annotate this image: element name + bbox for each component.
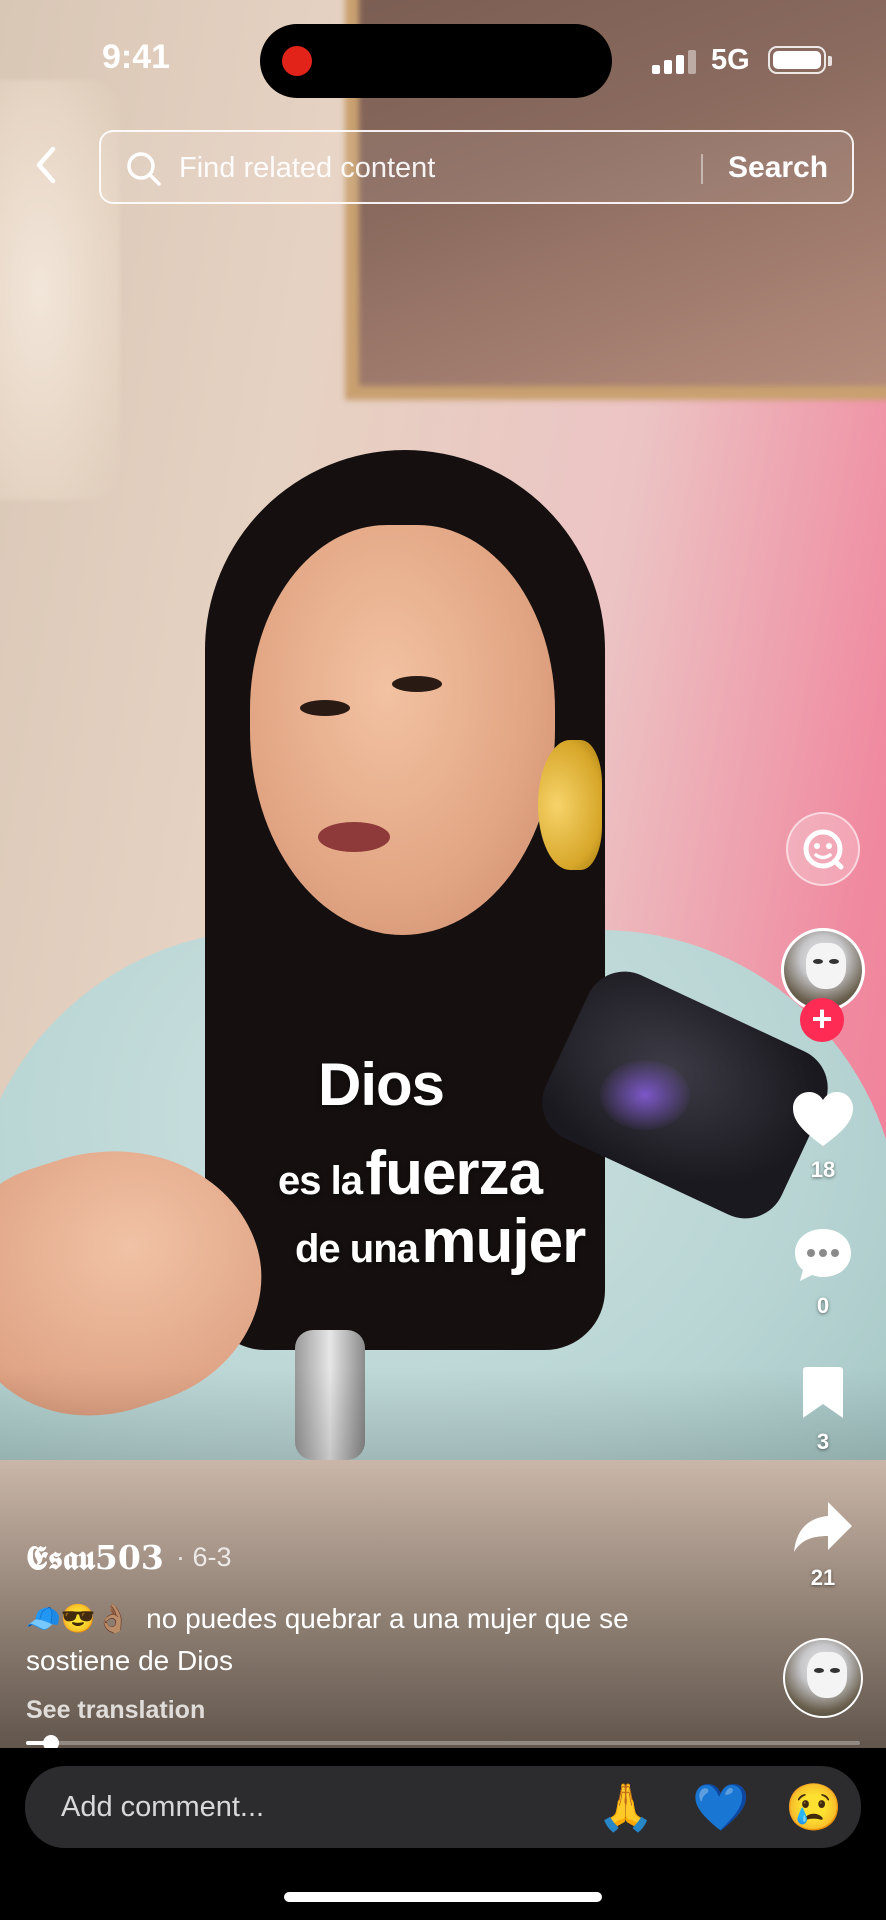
comment-count: 0 (816, 1293, 830, 1318)
caption-big-text: fuerza (365, 1139, 543, 1208)
video-progress-bar[interactable] (26, 1735, 860, 1751)
person-face (250, 525, 555, 935)
caption-small-text: de una (295, 1227, 419, 1271)
quick-emoji-blue-heart[interactable]: 💙 (692, 1782, 749, 1832)
sound-disc-avatar[interactable] (783, 1638, 863, 1718)
quick-emoji-pray[interactable]: 🙏 (597, 1782, 654, 1832)
battery-icon (768, 46, 832, 74)
recording-dot-icon (282, 46, 312, 76)
person-eye (300, 700, 350, 716)
cellular-signal-icon (652, 50, 696, 74)
home-indicator (284, 1892, 602, 1902)
comment-button[interactable]: 0 (783, 1226, 863, 1319)
like-button[interactable]: 18 (783, 1090, 863, 1183)
caption-line-2: es la fuerza (278, 1138, 543, 1209)
search-input[interactable]: Find related content (179, 152, 435, 185)
search-icon (127, 152, 161, 186)
follow-button[interactable]: + (800, 998, 844, 1042)
post-description: 🧢😎👌🏽 no puedes quebrar a una mujer que s… (26, 1598, 706, 1682)
quick-emoji-crying[interactable]: 😢 (785, 1782, 842, 1832)
microphone-glow (600, 1060, 690, 1130)
chevron-left-icon (36, 146, 56, 184)
search-divider (701, 154, 703, 184)
person-eye (392, 676, 442, 692)
caption-big-text: mujer (421, 1207, 586, 1276)
dynamic-island (260, 24, 612, 98)
share-button[interactable]: 21 (783, 1500, 863, 1591)
post-date: · 6-3 (176, 1542, 232, 1572)
mask-avatar-image (806, 943, 846, 989)
caption-small-text: es la (278, 1159, 363, 1203)
search-bar[interactable]: Find related content Search (99, 130, 854, 204)
add-comment-field[interactable]: Add comment... 🙏 💙 😢 (25, 1766, 861, 1848)
see-translation-link[interactable]: See translation (26, 1696, 205, 1725)
comment-input[interactable]: Add comment... (61, 1791, 264, 1824)
bookmark-count: 3 (816, 1429, 830, 1454)
status-time: 9:41 (102, 38, 171, 76)
search-button[interactable]: Search (728, 151, 828, 185)
ai-assistant-button[interactable] (786, 812, 860, 886)
back-button[interactable] (26, 140, 66, 190)
share-arrow-icon (794, 1502, 852, 1552)
mask-avatar-image (807, 1652, 847, 1698)
gold-earring (538, 740, 602, 870)
network-type: 5G (711, 44, 750, 76)
heart-icon (793, 1092, 853, 1146)
caption-line-3: de una mujer (295, 1206, 586, 1277)
author-name[interactable]: 𝕰𝖘𝖆𝖚503 (26, 1538, 164, 1578)
bookmark-button[interactable]: 3 (783, 1366, 863, 1455)
share-count: 21 (810, 1565, 836, 1590)
person-lips (318, 822, 390, 852)
like-count: 18 (810, 1157, 836, 1182)
description-emojis: 🧢😎👌🏽 (26, 1603, 131, 1634)
smiley-chat-icon (803, 829, 844, 870)
video-player[interactable] (0, 0, 886, 1748)
caption-line-1: Dios (318, 1051, 445, 1118)
bookmark-icon (803, 1367, 843, 1418)
comment-bubble-icon (795, 1229, 851, 1281)
